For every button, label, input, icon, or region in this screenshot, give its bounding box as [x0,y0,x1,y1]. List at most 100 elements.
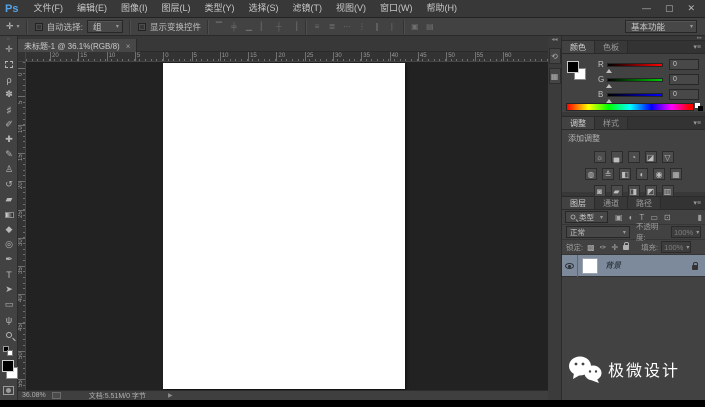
history-brush-tool[interactable]: ↺ [0,177,18,192]
maximize-button[interactable]: ▢ [665,0,674,17]
path-selection-tool[interactable]: ➤ [0,282,18,297]
color-swatches[interactable] [0,358,18,382]
curves-adjustment-button[interactable]: ◔ [627,151,640,163]
slider-marker[interactable] [606,68,612,73]
properties-panel-button[interactable]: ▦ [548,68,561,84]
distribute-left-edges-button[interactable]: ⋮ [357,22,367,31]
align-right-edges-button[interactable]: ▕ [289,22,299,31]
menu-item-select[interactable]: 选择(S) [241,0,285,17]
selective-color-adjustment-button[interactable]: ◩ [644,185,657,197]
layer-thumbnail[interactable] [582,257,598,274]
layer-filter-type-dropdown[interactable]: 类型 ▾ [565,211,609,223]
foreground-color-swatch[interactable] [2,360,14,372]
lock-image-pixels-button[interactable]: ✑ [600,243,607,252]
zoom-tool[interactable] [0,327,18,342]
tab-adjustments[interactable]: 调整 [562,117,595,129]
blur-tool[interactable]: ◆ [0,222,18,237]
posterize-adjustment-button[interactable]: ▰ [610,185,623,197]
distribute-top-edges-button[interactable]: ≡ [312,22,322,31]
eraser-tool[interactable]: ▰ [0,192,18,207]
gradient-tool[interactable] [0,207,18,222]
menu-item-help[interactable]: 帮助(H) [419,0,464,17]
menu-item-filter[interactable]: 滤镜(T) [285,0,329,17]
color-lookup-adjustment-button[interactable]: ▦ [670,168,682,180]
color-spectrum-ramp[interactable] [566,103,694,111]
clone-stamp-tool[interactable]: ♙ [0,162,18,177]
lasso-tool[interactable]: ρ [0,72,18,87]
photo-filter-adjustment-button[interactable]: ◐ [636,168,648,180]
pen-tool[interactable]: ✒ [0,252,18,267]
menu-item-file[interactable]: 文件(F) [26,0,70,17]
layer-visibility-toggle[interactable] [562,254,578,277]
channel-mixer-adjustment-button[interactable]: ◉ [653,168,665,180]
history-panel-button[interactable]: ⟲ [548,48,561,64]
menu-item-image[interactable]: 图像(I) [114,0,155,17]
slider-marker[interactable] [606,83,612,88]
channel-slider-r[interactable] [606,62,663,73]
canvas[interactable] [163,63,405,389]
hue-saturation-adjustment-button[interactable]: ◍ [585,168,597,180]
zoom-level-field[interactable]: 36.08% [18,392,52,399]
panel-menu-icon[interactable]: ▾≡ [693,197,705,209]
show-transform-checkbox[interactable] [137,22,146,31]
default-colors-icon[interactable] [3,346,13,356]
quick-selection-tool[interactable]: ✽ [0,87,18,102]
opacity-field[interactable]: 100% ▾ [671,226,701,238]
distribute-right-edges-button[interactable]: ∣ [387,22,397,31]
spectrum-bw-swatches[interactable] [695,103,703,111]
filter-adjustment-layers-icon[interactable]: ◐ [629,213,634,222]
rectangular-marquee-tool[interactable] [0,57,18,72]
fill-field[interactable]: 100% ▾ [661,241,692,253]
panel-color-swatches[interactable] [567,61,589,83]
tab-swatches[interactable]: 色板 [595,41,628,53]
tool-preset-arrow[interactable]: ▾ [17,23,20,30]
tab-styles[interactable]: 样式 [595,117,628,129]
align-bottom-edges-button[interactable]: ▁ [244,22,254,31]
distribute-bottom-edges-button[interactable]: ⋯ [342,22,352,31]
tab-layers[interactable]: 图层 [562,197,595,209]
tab-paths[interactable]: 路径 [628,197,661,209]
levels-adjustment-button[interactable]: ▄ [610,151,623,163]
align-top-edges-button[interactable]: ▔ [214,22,224,31]
quick-mask-button[interactable] [3,386,14,395]
menu-item-edit[interactable]: 编辑(E) [70,0,114,17]
align-vertical-centers-button[interactable]: ╪ [229,22,239,31]
tab-close-icon[interactable]: × [126,42,131,51]
distribute-vertical-centers-button[interactable]: ≣ [327,22,337,31]
brush-tool[interactable]: ✎ [0,147,18,162]
foreground-color-swatch[interactable] [567,61,579,73]
vibrance-adjustment-button[interactable]: ▽ [661,151,674,163]
hand-tool[interactable]: ψ [0,312,18,327]
expand-panels-icon[interactable]: ◂◂ [548,36,561,44]
menu-item-layer[interactable]: 图层(L) [154,0,197,17]
move-tool[interactable]: ✛ [0,42,18,57]
threshold-adjustment-button[interactable]: ◨ [627,185,640,197]
dodge-tool[interactable]: ◎ [0,237,18,252]
menu-item-type[interactable]: 类型(Y) [197,0,241,17]
channel-value-field[interactable]: 0 [669,74,699,85]
close-button[interactable]: ✕ [687,0,695,17]
minimize-button[interactable]: — [642,0,651,17]
invert-adjustment-button[interactable]: ◙ [593,185,606,197]
auto-select-dropdown[interactable]: 组 ▾ [86,20,123,33]
spot-healing-brush-tool[interactable]: ✚ [0,132,18,147]
filter-pixel-layers-icon[interactable]: ▣ [615,213,623,222]
lock-all-button[interactable] [623,241,630,250]
gradient-map-adjustment-button[interactable]: ▥ [661,185,674,197]
channel-value-field[interactable]: 0 [669,89,699,100]
align-left-edges-button[interactable]: ▏ [259,22,269,31]
menu-item-window[interactable]: 窗口(W) [373,0,420,17]
slider-marker[interactable] [606,98,612,103]
align-horizontal-centers-button[interactable]: ┼ [274,22,284,31]
tab-color[interactable]: 颜色 [562,41,595,53]
rectangle-tool[interactable]: ▭ [0,297,18,312]
workspace-switcher[interactable]: 基本功能 ▾ [621,20,697,33]
3d-mode-button[interactable]: ▤ [425,22,435,31]
panel-menu-icon[interactable]: ▾≡ [693,41,705,53]
exposure-adjustment-button[interactable]: ◪ [644,151,657,163]
black-white-adjustment-button[interactable]: ◧ [619,168,631,180]
color-balance-adjustment-button[interactable]: ≙ [602,168,614,180]
layer-row-background[interactable]: 背景 [562,254,705,277]
crop-tool[interactable]: ♯ [0,102,18,117]
channel-slider-g[interactable] [606,77,663,88]
